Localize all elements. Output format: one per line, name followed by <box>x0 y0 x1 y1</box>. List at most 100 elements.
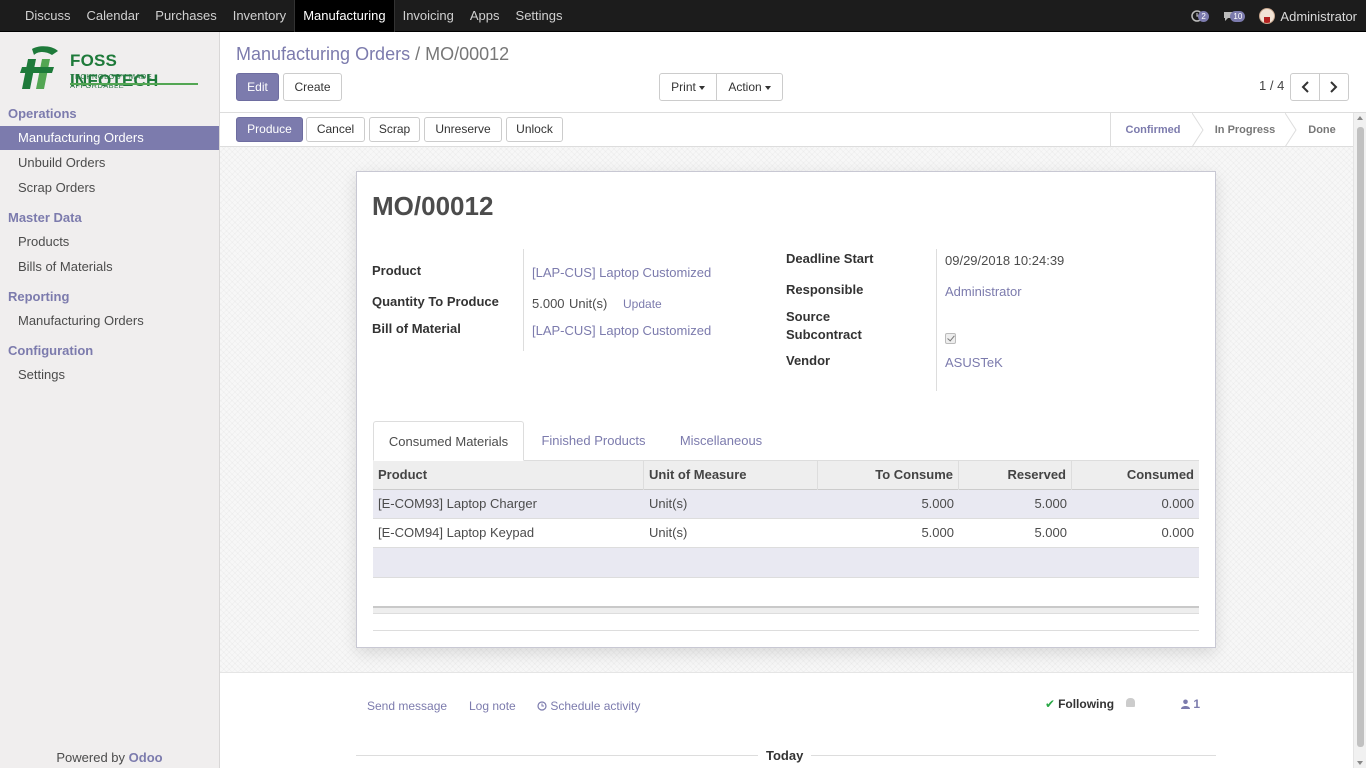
messages-badge: 10 <box>1230 11 1246 22</box>
vendor-field[interactable]: ASUSTeK <box>945 355 1003 370</box>
menu-purchases[interactable]: Purchases <box>147 0 224 32</box>
stage-in-progress[interactable]: In Progress <box>1205 113 1285 147</box>
pager-next-button[interactable] <box>1319 73 1349 101</box>
produce-button[interactable]: Produce <box>236 117 303 142</box>
following-button[interactable]: ✔ Following <box>1045 697 1114 711</box>
scroll-up-icon[interactable] <box>1357 116 1363 120</box>
menu-manufacturing[interactable]: Manufacturing <box>294 0 395 32</box>
pager-value[interactable]: 1 / 4 <box>1259 78 1284 93</box>
column-uom[interactable]: Unit of Measure <box>644 461 818 490</box>
statusbar: Produce Cancel Scrap Unreserve Unlock Co… <box>220 113 1366 147</box>
top-navbar: Discuss Calendar Purchases Inventory Man… <box>0 0 1366 32</box>
breadcrumb-current: MO/00012 <box>425 44 510 64</box>
row-to-consume: 5.000 <box>921 525 954 540</box>
schedule-activity-button[interactable]: Schedule activity <box>537 699 640 713</box>
column-product[interactable]: Product <box>373 461 644 490</box>
print-dropdown[interactable]: Print <box>659 73 717 101</box>
stage-confirmed[interactable]: Confirmed <box>1111 113 1195 147</box>
uom-field: Unit(s) <box>569 296 608 311</box>
activity-badge: 2 <box>1198 11 1209 22</box>
powered-by: Powered by Odoo <box>0 750 219 765</box>
sidebar-item-settings[interactable]: Settings <box>0 363 219 387</box>
chevron-right-icon <box>1330 81 1338 93</box>
bom-label: Bill of Material <box>372 321 461 336</box>
breadcrumb-parent[interactable]: Manufacturing Orders <box>236 44 410 64</box>
tab-miscellaneous[interactable]: Miscellaneous <box>666 421 776 461</box>
table-row[interactable]: [E-COM94] Laptop Keypad Unit(s) 5.000 5.… <box>373 519 1199 548</box>
powered-by-text: Powered by <box>56 750 126 765</box>
bom-field[interactable]: [LAP-CUS] Laptop Customized <box>532 323 711 338</box>
row-reserved: 5.000 <box>1034 525 1067 540</box>
product-field[interactable]: [LAP-CUS] Laptop Customized <box>532 265 711 280</box>
table-row[interactable]: [E-COM93] Laptop Charger Unit(s) 5.000 5… <box>373 490 1199 519</box>
row-uom: Unit(s) <box>649 525 688 540</box>
table-footer <box>373 606 1199 614</box>
sidebar-item-manufacturing-orders[interactable]: Manufacturing Orders <box>0 126 219 150</box>
unreserve-button[interactable]: Unreserve <box>424 117 502 142</box>
user-menu[interactable]: Administrator <box>1280 9 1357 24</box>
following-label: Following <box>1058 697 1115 711</box>
product-label: Product <box>372 263 422 278</box>
send-message-button[interactable]: Send message <box>367 699 447 713</box>
cancel-button[interactable]: Cancel <box>306 117 365 142</box>
menu-invoicing[interactable]: Invoicing <box>395 0 462 32</box>
bell-icon[interactable] <box>1126 698 1135 707</box>
subcontract-label: Subcontract <box>786 327 862 342</box>
log-note-button[interactable]: Log note <box>469 699 516 713</box>
row-uom: Unit(s) <box>649 496 688 511</box>
menu-discuss[interactable]: Discuss <box>17 0 79 32</box>
table-bottom-line <box>373 630 1199 631</box>
menu-apps[interactable]: Apps <box>462 0 508 32</box>
menu-settings[interactable]: Settings <box>508 0 571 32</box>
column-to-consume[interactable]: To Consume <box>818 461 959 490</box>
subcontract-checkbox[interactable] <box>945 333 956 344</box>
messaging-menu[interactable]: 10 <box>1223 9 1246 23</box>
group-divider <box>936 249 937 391</box>
quantity-label: Quantity To Produce <box>372 294 499 309</box>
sidebar-item-products[interactable]: Products <box>0 230 219 254</box>
unlock-button[interactable]: Unlock <box>506 117 563 142</box>
column-consumed[interactable]: Consumed <box>1072 461 1199 490</box>
sidebar-item-reporting-manufacturing-orders[interactable]: Manufacturing Orders <box>0 309 219 333</box>
stage-pipeline: Confirmed In Progress Done <box>1110 113 1336 147</box>
today-label: Today <box>758 748 812 763</box>
stage-arrow-icon <box>1192 113 1204 147</box>
stage-done[interactable]: Done <box>1299 113 1345 147</box>
sidebar-item-unbuild-orders[interactable]: Unbuild Orders <box>0 151 219 175</box>
row-consumed: 0.000 <box>1161 525 1194 540</box>
avatar[interactable] <box>1259 8 1276 24</box>
row-reserved: 5.000 <box>1034 496 1067 511</box>
menu-inventory[interactable]: Inventory <box>225 0 294 32</box>
empty-row <box>373 548 1199 578</box>
quantity-field[interactable]: 5.000 <box>532 296 565 311</box>
pager-previous-button[interactable] <box>1290 73 1320 101</box>
foss-logo-icon <box>20 46 58 89</box>
sidebar-section-master-data: Master Data <box>8 210 82 225</box>
scrap-button[interactable]: Scrap <box>369 117 420 142</box>
responsible-field[interactable]: Administrator <box>945 284 1022 299</box>
scroll-thumb[interactable] <box>1357 127 1364 747</box>
odoo-link[interactable]: Odoo <box>129 750 163 765</box>
sidebar-item-bills-of-materials[interactable]: Bills of Materials <box>0 255 219 279</box>
sidebar-item-scrap-orders[interactable]: Scrap Orders <box>0 176 219 200</box>
update-quantity-button[interactable]: Update <box>623 297 662 311</box>
column-reserved[interactable]: Reserved <box>959 461 1072 490</box>
row-product: [E-COM93] Laptop Charger <box>378 496 537 511</box>
create-button[interactable]: Create <box>283 73 342 101</box>
row-product: [E-COM94] Laptop Keypad <box>378 525 535 540</box>
menu-calendar[interactable]: Calendar <box>79 0 148 32</box>
followers-button[interactable]: 1 <box>1181 697 1200 711</box>
edit-button[interactable]: Edit <box>236 73 279 101</box>
vertical-scrollbar[interactable] <box>1353 113 1366 768</box>
tab-finished-products[interactable]: Finished Products <box>530 421 657 461</box>
action-dropdown[interactable]: Action <box>716 73 783 101</box>
deadline-field[interactable]: 09/29/2018 10:24:39 <box>945 253 1064 268</box>
sidebar-section-operations: Operations <box>8 106 77 121</box>
clock-icon <box>537 701 547 711</box>
activity-menu[interactable]: 2 <box>1191 9 1209 23</box>
company-logo: FOSS INFOTECH TECHNOLOGY MADE AFFORDABLE <box>18 45 203 93</box>
scroll-down-icon[interactable] <box>1357 761 1363 765</box>
systray: 2 10 Administrator <box>1191 0 1357 32</box>
row-to-consume: 5.000 <box>921 496 954 511</box>
tab-consumed-materials[interactable]: Consumed Materials <box>373 421 524 461</box>
